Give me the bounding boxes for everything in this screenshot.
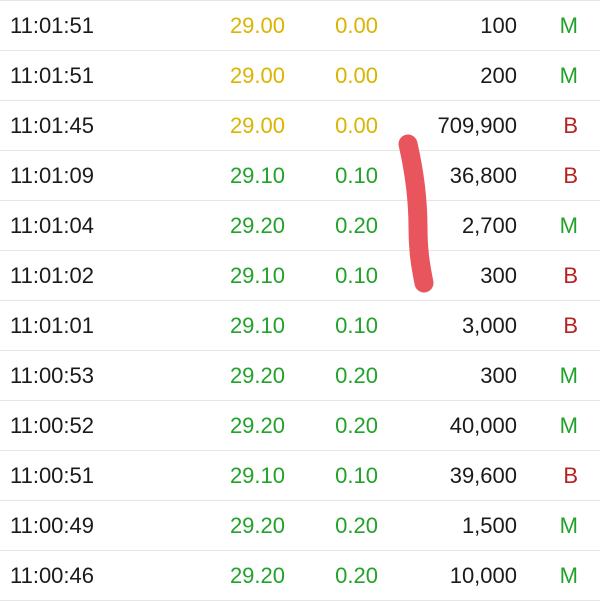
trade-change: 0.10	[335, 263, 378, 288]
trade-change: 0.20	[335, 213, 378, 238]
trade-row[interactable]: 11:00:51 29.10 0.10 39,600 B	[0, 451, 600, 501]
trade-side: M	[559, 513, 578, 538]
trade-time: 11:00:52	[10, 413, 95, 438]
trade-change: 0.20	[335, 413, 378, 438]
trade-price: 29.00	[229, 113, 285, 138]
trade-row[interactable]: 11:01:04 29.20 0.20 2,700 M	[0, 201, 600, 251]
trade-change: 0.10	[335, 163, 378, 188]
trade-volume: 100	[480, 13, 517, 38]
trade-time: 11:01:04	[10, 213, 95, 238]
trade-change: 0.00	[335, 13, 378, 38]
trade-price: 29.10	[229, 313, 285, 338]
trade-row[interactable]: 11:00:46 29.20 0.20 10,000 M	[0, 551, 600, 601]
trade-time: 11:01:09	[10, 163, 95, 188]
trade-time: 11:01:51	[10, 13, 95, 38]
trade-time: 11:00:53	[10, 363, 95, 388]
trade-time: 11:01:51	[10, 63, 95, 88]
trade-time: 11:01:45	[10, 113, 95, 138]
trade-volume: 300	[480, 263, 517, 288]
trade-side: M	[559, 13, 578, 38]
trade-price: 29.10	[229, 263, 285, 288]
trade-volume: 40,000	[449, 413, 517, 438]
trade-price: 29.10	[229, 463, 285, 488]
trade-time: 11:00:51	[10, 463, 95, 488]
trade-change: 0.10	[335, 313, 378, 338]
trade-price: 29.00	[229, 63, 285, 88]
trade-volume: 10,000	[449, 563, 517, 588]
trade-side: M	[559, 213, 578, 238]
trade-row[interactable]: 11:01:01 29.10 0.10 3,000 B	[0, 301, 600, 351]
trade-row[interactable]: 11:01:45 29.00 0.00 709,900 B	[0, 101, 600, 151]
trade-price: 29.00	[229, 13, 285, 38]
trade-price: 29.10	[229, 163, 285, 188]
trade-side: M	[559, 413, 578, 438]
trade-volume: 3,000	[461, 313, 517, 338]
trade-time: 11:00:46	[10, 563, 95, 588]
trade-row[interactable]: 11:01:09 29.10 0.10 36,800 B	[0, 151, 600, 201]
trade-volume: 1,500	[461, 513, 517, 538]
trade-side: B	[563, 313, 578, 338]
trade-change: 0.00	[335, 63, 378, 88]
trade-list: 11:01:51 29.00 0.00 100 M 11:01:51 29.00…	[0, 0, 600, 601]
trade-time: 11:01:02	[10, 263, 95, 288]
trade-volume: 2,700	[461, 213, 517, 238]
trade-side: B	[563, 463, 578, 488]
trade-change: 0.20	[335, 513, 378, 538]
trade-volume: 39,600	[449, 463, 517, 488]
trade-row[interactable]: 11:00:52 29.20 0.20 40,000 M	[0, 401, 600, 451]
trade-side: M	[559, 363, 578, 388]
trade-time: 11:00:49	[10, 513, 95, 538]
trade-row[interactable]: 11:00:49 29.20 0.20 1,500 M	[0, 501, 600, 551]
trade-change: 0.20	[335, 563, 378, 588]
trade-side: M	[559, 563, 578, 588]
trade-side: B	[563, 113, 578, 138]
trade-row[interactable]: 11:01:51 29.00 0.00 100 M	[0, 1, 600, 51]
trade-price: 29.20	[229, 213, 285, 238]
trade-side: B	[563, 263, 578, 288]
trade-change: 0.10	[335, 463, 378, 488]
trade-row[interactable]: 11:01:51 29.00 0.00 200 M	[0, 51, 600, 101]
trade-volume: 36,800	[449, 163, 517, 188]
trade-change: 0.20	[335, 363, 378, 388]
trade-row[interactable]: 11:01:02 29.10 0.10 300 B	[0, 251, 600, 301]
trade-price: 29.20	[229, 513, 285, 538]
trade-side: M	[559, 63, 578, 88]
trade-price: 29.20	[229, 413, 285, 438]
trade-price: 29.20	[229, 363, 285, 388]
trade-volume: 200	[480, 63, 517, 88]
trade-change: 0.00	[335, 113, 378, 138]
trade-time: 11:01:01	[10, 313, 95, 338]
trade-price: 29.20	[229, 563, 285, 588]
trade-volume: 709,900	[437, 113, 517, 138]
trade-volume: 300	[480, 363, 517, 388]
trade-row[interactable]: 11:00:53 29.20 0.20 300 M	[0, 351, 600, 401]
trade-side: B	[563, 163, 578, 188]
